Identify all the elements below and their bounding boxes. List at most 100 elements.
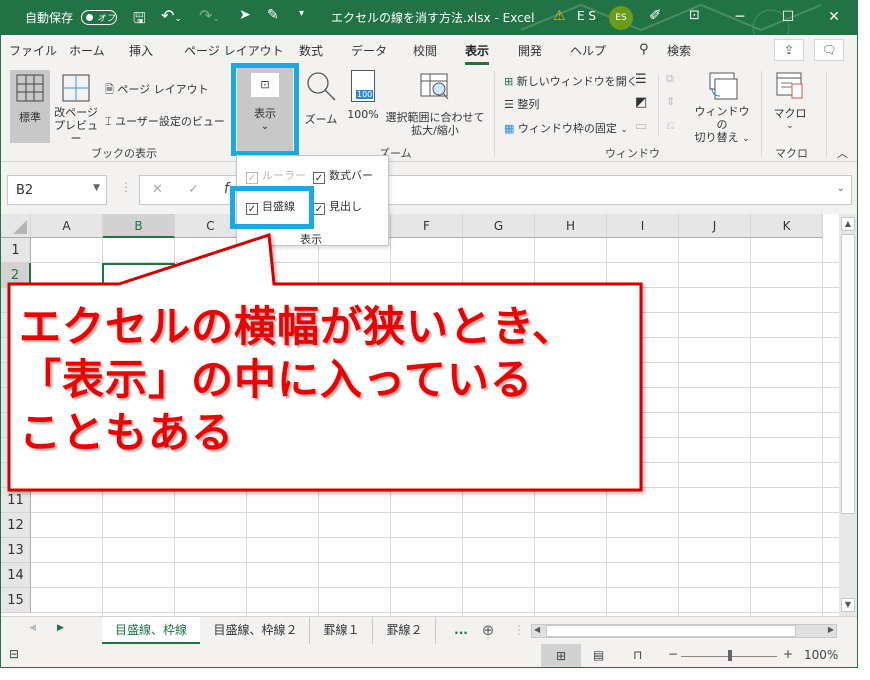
new-window-label: 新しいウィンドウを開く: [516, 75, 638, 88]
normal-view-button[interactable]: 標準: [10, 70, 50, 143]
ribbon-display-icon[interactable]: ⊡: [689, 8, 700, 23]
page-layout-view-icon[interactable]: ▤: [593, 648, 604, 662]
window-inner-separator: [658, 75, 659, 135]
formula-bar-checkbox[interactable]: ✓ 数式バー: [313, 167, 373, 184]
name-box[interactable]: B2 ▼: [7, 175, 107, 205]
close-button[interactable]: ✕: [811, 0, 857, 35]
expand-formula-bar-icon[interactable]: ⌄: [837, 183, 845, 194]
autosave-toggle[interactable]: オフ: [81, 10, 117, 25]
sheet-next-icon[interactable]: ▶: [57, 623, 64, 633]
freeze-chevron-icon: ⌄: [620, 125, 628, 135]
minimize-button[interactable]: ─: [717, 0, 763, 35]
zoom-button[interactable]: ズーム: [303, 70, 339, 143]
new-window-button[interactable]: ⊞ 新しいウィンドウを開く: [504, 73, 638, 89]
name-box-dropdown-icon[interactable]: ▼: [93, 183, 100, 193]
search-icon[interactable]: ⚲: [639, 42, 649, 57]
sync-scroll-icon[interactable]: ⇕: [666, 95, 675, 108]
zoom-100-icon: 100: [351, 70, 375, 102]
macro-button[interactable]: マクロ ⌄: [767, 70, 813, 143]
maximize-button[interactable]: ☐: [765, 0, 811, 35]
sheet-tab-4[interactable]: 罫線２: [374, 617, 436, 644]
row-header-13[interactable]: 13: [1, 538, 31, 563]
tab-developer[interactable]: 開発: [518, 42, 542, 59]
tab-page-layout[interactable]: ページ レイアウト: [184, 42, 284, 59]
hide-icon[interactable]: ◩: [635, 95, 647, 110]
row-header-12[interactable]: 12: [1, 513, 31, 538]
column-header-j[interactable]: J: [679, 214, 751, 238]
arrange-button[interactable]: ☰ 整列: [504, 96, 539, 112]
tab-splitter[interactable]: ⋮: [513, 623, 525, 637]
save-icon[interactable]: 🖫: [133, 8, 146, 33]
status-bar: ⊟ ⊞ ▤ ⊓ − + 100%: [1, 644, 857, 667]
cancel-icon[interactable]: ✕: [152, 182, 163, 197]
tab-insert[interactable]: 挿入: [129, 42, 153, 59]
row-header-15[interactable]: 15: [1, 588, 31, 613]
split-icon[interactable]: ☰: [635, 72, 647, 87]
search-label[interactable]: 検索: [667, 42, 691, 59]
scroll-left-button[interactable]: ◀: [534, 625, 540, 634]
custom-views-button[interactable]: ⌶ ユーザー設定のビュー: [105, 113, 225, 129]
zoom-100-button[interactable]: 100 100%: [343, 70, 383, 143]
warning-icon[interactable]: ⚠: [553, 8, 566, 24]
tab-data[interactable]: データ: [351, 42, 387, 59]
tab-home[interactable]: ホーム: [69, 42, 105, 59]
zoom-to-selection-button[interactable]: 選択範囲に合わせて 拡大/縮小: [385, 70, 485, 143]
fx-icon[interactable]: f: [224, 181, 229, 197]
scroll-down-button[interactable]: ▼: [841, 598, 855, 612]
callout-line-3: こともある: [19, 408, 235, 457]
tab-help[interactable]: ヘルプ: [570, 42, 606, 59]
zoom-icon: [307, 72, 336, 101]
more-sheets-button[interactable]: ...: [449, 617, 473, 644]
zoom-level[interactable]: 100%: [804, 648, 838, 662]
zoom-slider-thumb[interactable]: [728, 650, 732, 661]
zoom-to-selection-label-2: 拡大/縮小: [411, 124, 459, 137]
ruler-checkbox[interactable]: ✓ ルーラー: [246, 167, 306, 184]
coauthor-icon[interactable]: ✐: [649, 6, 662, 24]
scroll-up-button[interactable]: ▲: [841, 217, 855, 231]
draw-icon[interactable]: ✎: [267, 7, 279, 23]
enter-icon[interactable]: ✓: [188, 182, 199, 197]
zoom-in-button[interactable]: +: [783, 647, 793, 661]
vertical-scrollbar[interactable]: ▲ ▼: [839, 214, 857, 616]
zoom-out-button[interactable]: −: [668, 647, 678, 661]
headings-checkbox[interactable]: ✓ 見出し: [313, 198, 362, 215]
tab-file[interactable]: ファイル: [9, 42, 57, 59]
horizontal-scrollbar[interactable]: ◀ ▶: [531, 624, 837, 638]
sheet-tab-2[interactable]: 目盛線、枠線２: [202, 617, 310, 644]
scroll-right-button[interactable]: ▶: [828, 625, 834, 634]
pointer-icon[interactable]: ➤: [239, 7, 251, 23]
column-header-k[interactable]: K: [751, 214, 823, 238]
gridline-horizontal: [31, 562, 839, 563]
view-side-by-side-icon[interactable]: ⧉: [666, 72, 674, 86]
undo-icon[interactable]: ↶⌄: [161, 6, 182, 25]
tab-review[interactable]: 校閲: [413, 42, 437, 59]
sheet-tab-3[interactable]: 罫線１: [311, 617, 373, 644]
unhide-icon[interactable]: ▭: [635, 119, 647, 134]
page-break-preview-button[interactable]: 改ページ プレビュー: [53, 70, 99, 145]
formula-bar-splitter[interactable]: ⋮: [120, 180, 132, 194]
switch-windows-button[interactable]: ウィンドウの 切り替え ⌄: [691, 70, 753, 144]
share-button[interactable]: ⇪: [774, 39, 804, 61]
gridline-horizontal: [31, 537, 839, 538]
zoom-to-selection-label-1: 選択範囲に合わせて: [385, 111, 485, 124]
sheet-prev-icon[interactable]: ◀: [29, 623, 36, 633]
row-header-14[interactable]: 14: [1, 563, 31, 588]
freeze-panes-button[interactable]: ▦ ウィンドウ枠の固定 ⌄: [504, 120, 628, 136]
normal-view-status-button[interactable]: ⊞: [541, 644, 581, 667]
page-layout-view-button[interactable]: 🗎 ページ レイアウト: [105, 81, 209, 100]
customize-qat-icon[interactable]: ▾: [299, 8, 304, 19]
tab-view[interactable]: 表示: [465, 42, 490, 65]
comments-button[interactable]: 🗨: [814, 39, 844, 61]
collapse-ribbon-icon[interactable]: ︿: [837, 145, 848, 161]
macro-chevron-icon: ⌄: [786, 121, 794, 131]
accessibility-icon[interactable]: ⊟: [9, 647, 19, 661]
horizontal-scroll-thumb[interactable]: [546, 625, 796, 637]
add-sheet-icon[interactable]: ⊕: [477, 617, 499, 644]
tab-formulas[interactable]: 数式: [299, 42, 323, 59]
avatar[interactable]: ES: [609, 6, 633, 30]
vertical-scroll-thumb[interactable]: [841, 234, 855, 514]
sheet-tab-1[interactable]: 目盛線、枠線: [102, 617, 200, 644]
page-break-view-icon[interactable]: ⊓: [633, 648, 642, 662]
redo-icon[interactable]: ↷⌄: [199, 6, 220, 25]
reset-position-icon[interactable]: ⎌: [666, 119, 675, 133]
